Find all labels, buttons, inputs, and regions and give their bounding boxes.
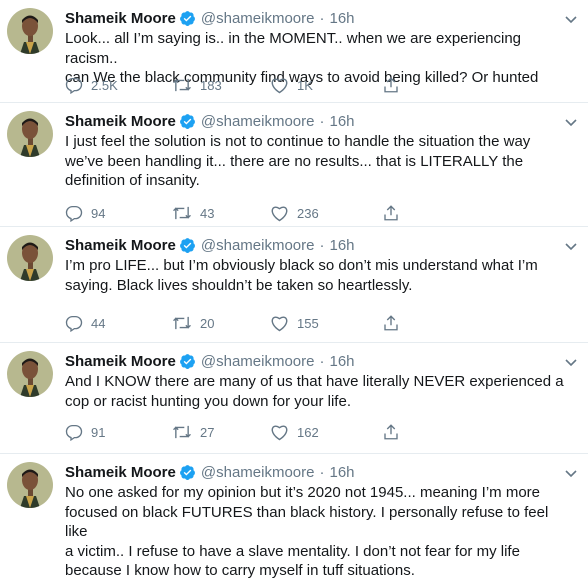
- retweet-icon: [173, 78, 191, 92]
- tweet-text: And I KNOW there are many of us that hav…: [65, 373, 564, 410]
- tweet-feed: Shameik Moore @shameikmoore · 16h Look..…: [0, 0, 588, 579]
- reply-button[interactable]: 94: [65, 202, 105, 224]
- share-icon: [384, 424, 398, 440]
- author-handle[interactable]: @shameikmoore: [201, 353, 315, 370]
- tweet-text: No one asked for my opinion but it’s 202…: [65, 484, 549, 579]
- author-handle[interactable]: @shameikmoore: [201, 237, 315, 254]
- chevron-down-icon[interactable]: [562, 10, 580, 28]
- chevron-down-icon[interactable]: [562, 464, 580, 482]
- verified-badge-icon: [179, 113, 196, 130]
- separator-dot: ·: [319, 352, 325, 370]
- author-handle[interactable]: @shameikmoore: [201, 464, 315, 481]
- share-button[interactable]: [382, 421, 400, 443]
- retweet-count: 20: [200, 315, 215, 331]
- heart-icon: [271, 78, 288, 94]
- retweet-icon: [173, 316, 191, 330]
- verified-badge-icon: [179, 353, 196, 370]
- author-name[interactable]: Shameik Moore: [65, 464, 176, 481]
- tweet[interactable]: Shameik Moore @shameikmoore · 16h I just…: [0, 103, 588, 227]
- like-count: 236: [297, 205, 319, 221]
- share-icon: [384, 315, 398, 331]
- tweet[interactable]: Shameik Moore @shameikmoore · 16h I’m pr…: [0, 227, 588, 343]
- tweet[interactable]: Shameik Moore @shameikmoore · 16h And I …: [0, 343, 588, 454]
- retweet-button[interactable]: 27: [172, 421, 214, 443]
- tweet-actions: 94 43 236: [65, 202, 495, 224]
- tweet-timestamp[interactable]: 16h: [329, 464, 354, 481]
- reply-count: 2.5K: [91, 77, 118, 93]
- retweet-icon: [173, 425, 191, 439]
- tweet-header: Shameik Moore @shameikmoore · 16h: [65, 462, 548, 482]
- tweet-text: I just feel the solution is not to conti…: [65, 133, 531, 189]
- like-button[interactable]: 155: [270, 312, 319, 334]
- author-name[interactable]: Shameik Moore: [65, 10, 176, 27]
- like-button[interactable]: 1K: [270, 74, 313, 96]
- avatar[interactable]: [7, 351, 53, 397]
- heart-icon: [271, 316, 288, 332]
- tweet-timestamp[interactable]: 16h: [329, 113, 354, 130]
- like-count: 162: [297, 424, 319, 440]
- tweet-header: Shameik Moore @shameikmoore · 16h: [65, 351, 548, 371]
- share-icon: [384, 205, 398, 221]
- like-count: 1K: [297, 77, 313, 93]
- like-button[interactable]: 236: [270, 202, 319, 224]
- like-button[interactable]: 162: [270, 421, 319, 443]
- reply-count: 44: [91, 315, 106, 331]
- tweet-timestamp[interactable]: 16h: [329, 10, 354, 27]
- chevron-down-icon[interactable]: [562, 237, 580, 255]
- retweet-count: 183: [200, 77, 222, 93]
- separator-dot: ·: [319, 9, 325, 27]
- reply-button[interactable]: 2.5K: [65, 74, 118, 96]
- author-handle[interactable]: @shameikmoore: [201, 113, 315, 130]
- retweet-count: 27: [200, 424, 215, 440]
- verified-badge-icon: [179, 237, 196, 254]
- share-button[interactable]: [382, 202, 400, 224]
- retweet-button[interactable]: 183: [172, 74, 222, 96]
- like-count: 155: [297, 315, 319, 331]
- tweet[interactable]: Shameik Moore @shameikmoore · 16h No one…: [0, 454, 588, 579]
- reply-icon: [65, 315, 83, 332]
- retweet-button[interactable]: 43: [172, 202, 214, 224]
- heart-icon: [271, 425, 288, 441]
- retweet-icon: [173, 206, 191, 220]
- retweet-count: 43: [200, 205, 215, 221]
- tweet-header: Shameik Moore @shameikmoore · 16h: [65, 235, 548, 255]
- reply-icon: [65, 424, 83, 441]
- reply-count: 94: [91, 205, 106, 221]
- reply-count: 91: [91, 424, 106, 440]
- share-button[interactable]: [382, 312, 400, 334]
- reply-button[interactable]: 44: [65, 312, 105, 334]
- avatar[interactable]: [7, 235, 53, 281]
- tweet-header: Shameik Moore @shameikmoore · 16h: [65, 8, 548, 28]
- tweet-actions: 44 20 155: [65, 312, 495, 334]
- separator-dot: ·: [319, 112, 325, 130]
- author-name[interactable]: Shameik Moore: [65, 237, 176, 254]
- tweet-text: I’m pro LIFE... but I’m obviously black …: [65, 257, 538, 294]
- tweet-actions: 91 27 162: [65, 421, 495, 443]
- separator-dot: ·: [319, 463, 325, 481]
- author-handle[interactable]: @shameikmoore: [201, 10, 315, 27]
- author-name[interactable]: Shameik Moore: [65, 353, 176, 370]
- verified-badge-icon: [179, 10, 196, 27]
- chevron-down-icon[interactable]: [562, 353, 580, 371]
- reply-button[interactable]: 91: [65, 421, 105, 443]
- avatar[interactable]: [7, 111, 53, 157]
- reply-icon: [65, 77, 83, 94]
- tweet-header: Shameik Moore @shameikmoore · 16h: [65, 111, 548, 131]
- avatar[interactable]: [7, 8, 53, 54]
- share-button[interactable]: [382, 74, 400, 96]
- author-name[interactable]: Shameik Moore: [65, 113, 176, 130]
- tweet-timestamp[interactable]: 16h: [329, 237, 354, 254]
- tweet[interactable]: Shameik Moore @shameikmoore · 16h Look..…: [0, 0, 588, 103]
- avatar[interactable]: [7, 462, 53, 508]
- share-icon: [384, 77, 398, 93]
- verified-badge-icon: [179, 464, 196, 481]
- retweet-button[interactable]: 20: [172, 312, 214, 334]
- chevron-down-icon[interactable]: [562, 113, 580, 131]
- tweet-actions: 2.5K 183 1K: [65, 74, 495, 96]
- separator-dot: ·: [319, 236, 325, 254]
- tweet-timestamp[interactable]: 16h: [329, 353, 354, 370]
- heart-icon: [271, 206, 288, 222]
- reply-icon: [65, 205, 83, 222]
